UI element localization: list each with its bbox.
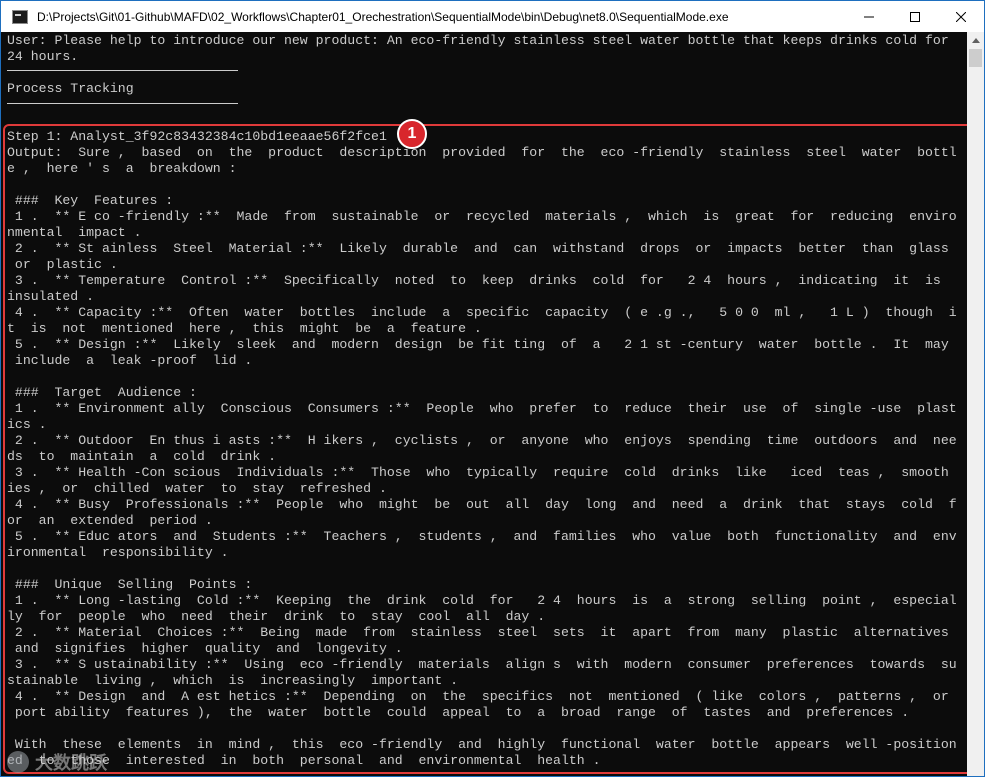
console-line: 5 . ** Educ ators and Students :** Teach…: [7, 529, 957, 544]
console-line: 4 . ** Busy Professionals :** People who…: [7, 497, 957, 512]
console-output[interactable]: User: Please help to introduce our new p…: [1, 32, 967, 776]
console-line: 4 . ** Capacity :** Often water bottles …: [7, 305, 957, 320]
console-line: ### Unique Selling Points :: [7, 577, 253, 592]
console-line: Process Tracking: [7, 81, 134, 96]
minimize-button[interactable]: [846, 1, 892, 32]
console-line: insulated .: [7, 289, 95, 304]
console-line: or an extended period .: [7, 513, 213, 528]
console-line: ly for people who need their drink to st…: [7, 609, 546, 624]
console-line: User: Please help to introduce our new p…: [7, 33, 949, 48]
scrollbar-thumb[interactable]: [969, 49, 982, 67]
console-line: 5 . ** Design :** Likely sleek and moder…: [7, 337, 949, 352]
console-line: Step 1: Analyst_3f92c83432384c10bd1eeaae…: [7, 129, 387, 144]
title-bar[interactable]: D:\Projects\Git\01-Github\MAFD\02_Workfl…: [1, 1, 984, 32]
console-line: t is not mentioned here , this might be …: [7, 321, 482, 336]
console-line: 2 . ** Outdoor En thus i asts :** H iker…: [7, 433, 957, 448]
annotation-badge: 1: [397, 119, 427, 149]
vertical-scrollbar[interactable]: [967, 32, 984, 776]
watermark-logo-icon: [7, 751, 29, 773]
close-icon: [956, 11, 966, 22]
console-line: include a leak -proof lid .: [7, 353, 253, 368]
scroll-up-button[interactable]: [967, 32, 984, 49]
console-line: ies , or chilled water to stay refreshed…: [7, 481, 387, 496]
console-line: 3 . ** S ustainability :** Using eco -fr…: [7, 657, 957, 672]
console-line: 4 . ** Design and A est hetics :** Depen…: [7, 689, 949, 704]
console-app-icon: [12, 9, 28, 24]
console-line: 2 . ** Material Choices :** Being made f…: [7, 625, 949, 640]
console-line: ics .: [7, 417, 47, 432]
console-line: and signifies higher quality and longevi…: [7, 641, 403, 656]
console-line: 3 . ** Health -Con scious Individuals :*…: [7, 465, 949, 480]
console-line: 1 . ** E co -friendly :** Made from sust…: [7, 209, 957, 224]
window-title: D:\Projects\Git\01-Github\MAFD\02_Workfl…: [37, 9, 729, 24]
console-line: 2 . ** St ainless Steel Material :** Lik…: [7, 241, 949, 256]
console-line: 1 . ** Environment ally Conscious Consum…: [7, 401, 957, 416]
console-line: With these elements in mind , this eco -…: [7, 737, 957, 752]
separator-line: [7, 70, 238, 71]
maximize-icon: [910, 11, 920, 22]
console-line: port ability features ), the water bottl…: [7, 705, 910, 720]
close-button[interactable]: [938, 1, 984, 32]
console-line: 3 . ** Temperature Control :** Specifica…: [7, 273, 941, 288]
console-line: 1 . ** Long -lasting Cold :** Keeping th…: [7, 593, 957, 608]
chevron-up-icon: [971, 38, 980, 43]
console-line: stainable living , which is increasingly…: [7, 673, 459, 688]
maximize-button[interactable]: [892, 1, 938, 32]
console-line: e , here ' s a breakdown :: [7, 161, 237, 176]
console-line: ### Key Features :: [7, 193, 174, 208]
console-line: nmental impact .: [7, 225, 142, 240]
console-line: or plastic .: [7, 257, 118, 272]
caption-buttons: [846, 1, 984, 32]
console-line: ironmental responsibility .: [7, 545, 229, 560]
console-line: Output: Sure , based on the product desc…: [7, 145, 957, 160]
separator-line: [7, 103, 238, 104]
console-line: ds to maintain a cold drink .: [7, 449, 277, 464]
console-window: D:\Projects\Git\01-Github\MAFD\02_Workfl…: [0, 0, 985, 777]
minimize-icon: [864, 16, 874, 17]
watermark: 大数跳跃: [7, 749, 107, 775]
watermark-text: 大数跳跃: [35, 753, 107, 774]
console-line: 24 hours.: [7, 49, 79, 64]
console-line: ### Target Audience :: [7, 385, 197, 400]
